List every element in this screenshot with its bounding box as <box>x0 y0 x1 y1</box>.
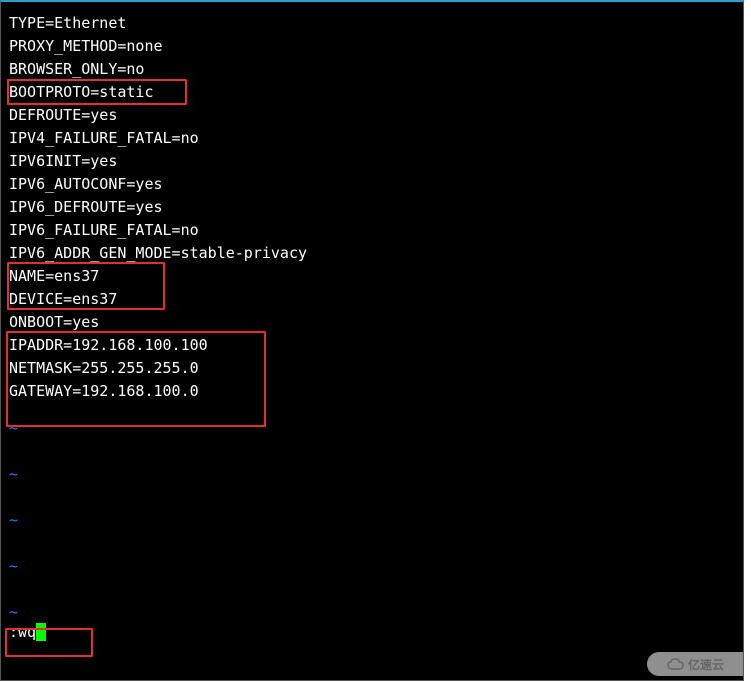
tilde-marker: ~ <box>9 465 18 483</box>
config-line-defroute: DEFROUTE=yes <box>9 104 735 127</box>
tilde-marker: ~ <box>9 603 18 621</box>
watermark-badge: 亿速云 <box>647 652 743 676</box>
vi-command-text: :wq <box>9 623 36 641</box>
tilde-marker: ~ <box>9 511 18 529</box>
config-line-ipv6-failure-fatal: IPV6_FAILURE_FATAL=no <box>9 219 735 242</box>
config-line-name: NAME=ens37 <box>9 265 735 288</box>
config-line-ipv6init: IPV6INIT=yes <box>9 150 735 173</box>
config-line-type: TYPE=Ethernet <box>9 12 735 35</box>
config-line-ipaddr: IPADDR=192.168.100.100 <box>9 334 735 357</box>
config-line-bootproto: BOOTPROTO=static <box>9 81 735 104</box>
vi-command-line[interactable]: :wq <box>9 621 46 644</box>
config-line-gateway: GATEWAY=192.168.100.0 <box>9 380 735 403</box>
empty-lines-region: ~ ~ ~ ~ ~ <box>9 405 18 635</box>
config-line-ipv6-defroute: IPV6_DEFROUTE=yes <box>9 196 735 219</box>
config-line-browser-only: BROWSER_ONLY=no <box>9 58 735 81</box>
watermark-text: 亿速云 <box>688 656 724 673</box>
cloud-icon <box>666 657 688 671</box>
config-line-ipv6-addr-gen-mode: IPV6_ADDR_GEN_MODE=stable-privacy <box>9 242 735 265</box>
config-line-ipv4-failure-fatal: IPV4_FAILURE_FATAL=no <box>9 127 735 150</box>
config-line-onboot: ONBOOT=yes <box>9 311 735 334</box>
config-line-device: DEVICE=ens37 <box>9 288 735 311</box>
config-line-proxy-method: PROXY_METHOD=none <box>9 35 735 58</box>
tilde-marker: ~ <box>9 557 18 575</box>
config-line-netmask: NETMASK=255.255.255.0 <box>9 357 735 380</box>
config-line-ipv6-autoconf: IPV6_AUTOCONF=yes <box>9 173 735 196</box>
tilde-marker: ~ <box>9 419 18 437</box>
cursor-block <box>36 623 46 641</box>
terminal-window[interactable]: TYPE=Ethernet PROXY_METHOD=none BROWSER_… <box>0 0 744 681</box>
